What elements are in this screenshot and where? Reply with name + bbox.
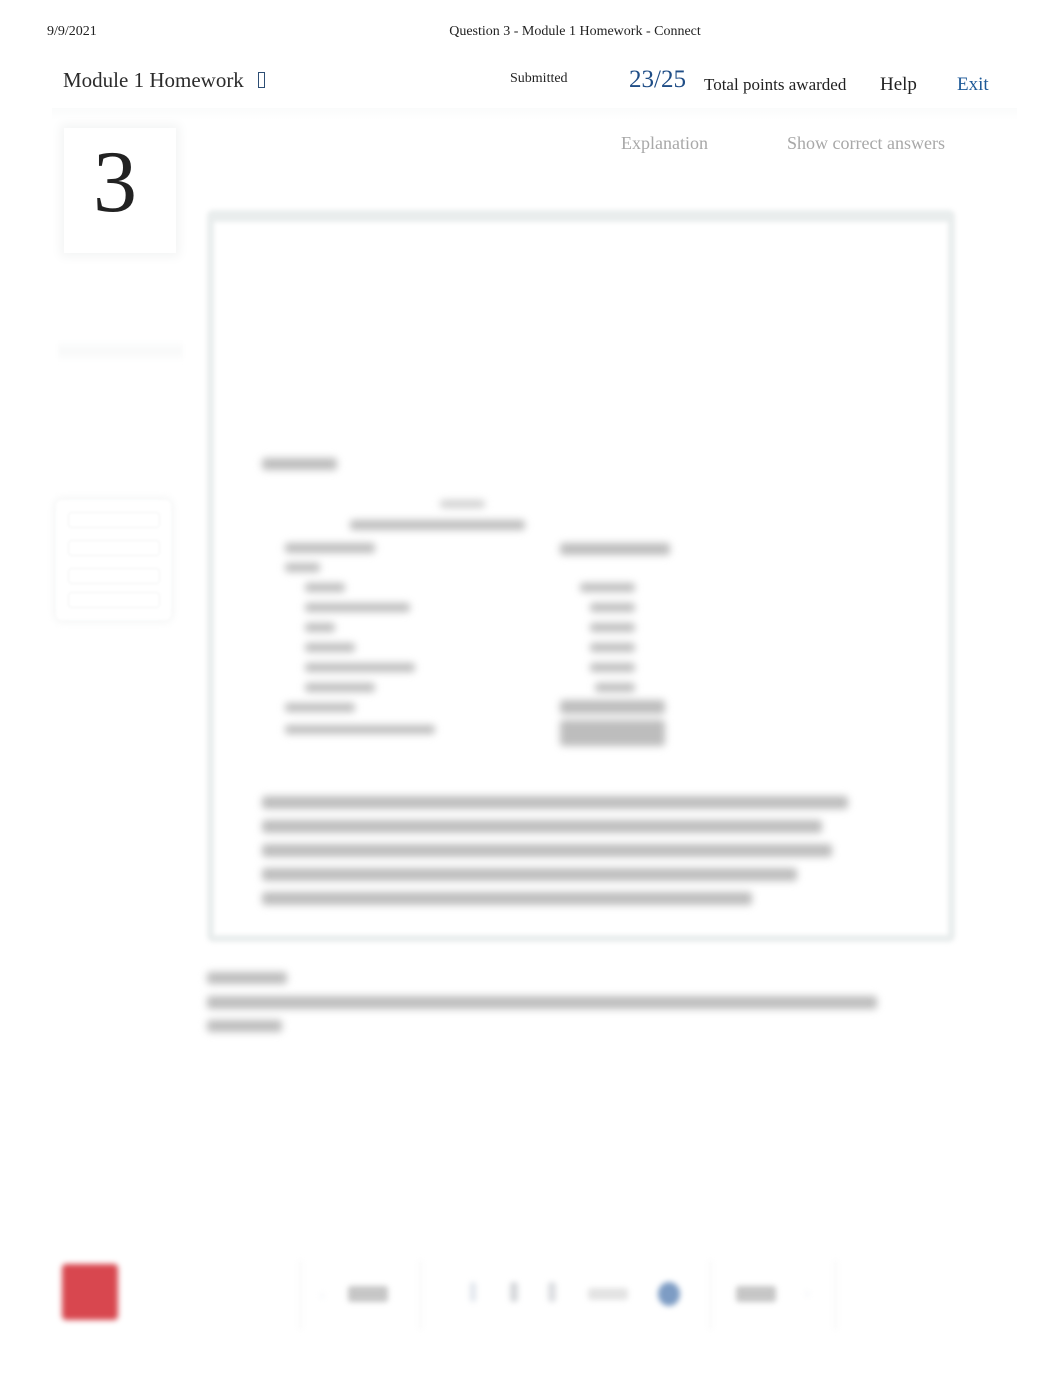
blurred-text [590, 643, 635, 652]
sidebar-divider [58, 340, 183, 362]
question-navigation: ‹ › [300, 1260, 840, 1330]
print-title: Question 3 - Module 1 Homework - Connect [449, 24, 701, 39]
sidebar-row[interactable] [68, 568, 160, 584]
page-number-button[interactable] [548, 1282, 556, 1302]
header-divider [52, 108, 1017, 120]
blurred-text [305, 643, 355, 652]
help-button[interactable]: Help [880, 74, 917, 96]
blurred-text [207, 972, 287, 984]
blurred-text [262, 820, 822, 833]
sidebar-row[interactable] [68, 512, 160, 528]
blurred-text [560, 700, 665, 714]
score-value: 23/25 [629, 66, 686, 93]
chevron-right-icon[interactable]: › [805, 1286, 817, 1301]
blurred-text [590, 623, 635, 632]
score-label: Total points awarded [704, 75, 847, 94]
blurred-required-prompt [207, 970, 887, 1040]
blurred-text [262, 844, 832, 857]
blurred-text [285, 725, 435, 734]
prev-button[interactable] [348, 1286, 388, 1302]
mcgraw-hill-logo [62, 1264, 118, 1320]
assignment-title[interactable]: Module 1 Homework [63, 68, 244, 93]
blurred-text [590, 603, 635, 612]
explanation-button[interactable]: Explanation [621, 133, 708, 154]
page-number-button[interactable] [510, 1282, 518, 1302]
nav-divider [300, 1260, 301, 1330]
nav-divider [420, 1260, 421, 1330]
blurred-text [350, 520, 525, 530]
blurred-text [560, 543, 670, 555]
blurred-text [305, 663, 415, 672]
sidebar-row[interactable] [68, 540, 160, 556]
status-label: Submitted [510, 71, 568, 86]
question-number: 3 [93, 134, 137, 231]
blurred-text [305, 583, 345, 592]
blurred-text [595, 683, 635, 692]
chevron-left-icon[interactable]: ‹ [320, 1288, 332, 1303]
blurred-text [262, 458, 337, 470]
sidebar-row[interactable] [68, 592, 160, 608]
show-correct-answers-button[interactable]: Show correct answers [787, 133, 945, 154]
blurred-text [207, 996, 877, 1009]
blurred-text [262, 892, 752, 905]
blurred-text [580, 583, 635, 592]
blurred-text [305, 603, 410, 612]
exit-button[interactable]: Exit [957, 74, 989, 96]
blurred-text [285, 563, 320, 572]
blurred-text [285, 703, 355, 712]
blurred-text [305, 683, 375, 692]
blurred-question-paragraph [262, 792, 862, 907]
nav-divider [835, 1260, 836, 1330]
page-number-button[interactable] [470, 1282, 476, 1302]
grid-view-icon[interactable] [658, 1282, 680, 1306]
blurred-text [590, 663, 635, 672]
next-button[interactable] [736, 1286, 776, 1302]
page-count [588, 1288, 628, 1300]
blurred-text [262, 796, 848, 809]
blurred-text [560, 720, 665, 746]
blurred-text [207, 1020, 282, 1032]
blurred-text [262, 868, 797, 881]
blurred-text [440, 500, 485, 508]
nav-divider [710, 1260, 711, 1330]
sidebar-panel [56, 500, 171, 620]
dropdown-icon[interactable] [258, 72, 265, 88]
blurred-text [305, 623, 335, 632]
blurred-income-statement [250, 450, 700, 760]
blurred-text [285, 543, 375, 553]
